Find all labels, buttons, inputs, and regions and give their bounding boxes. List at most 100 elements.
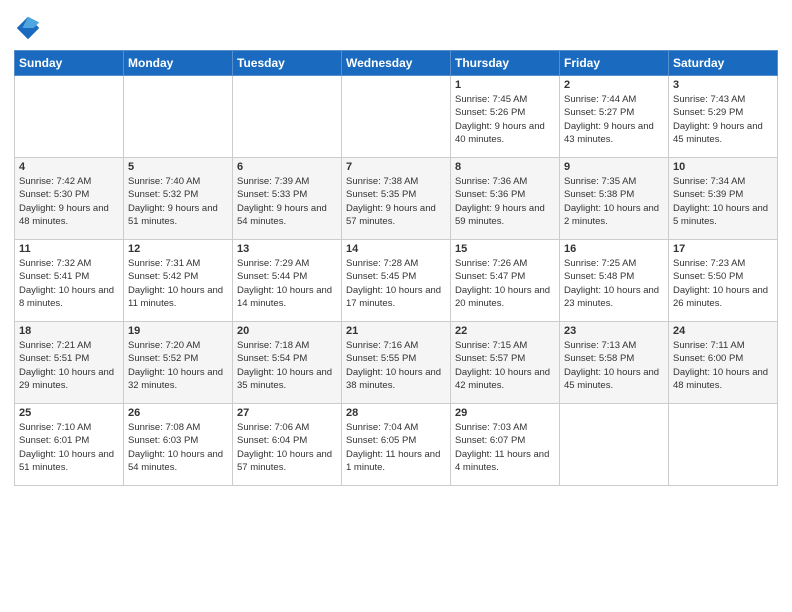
weekday-header-row: SundayMondayTuesdayWednesdayThursdayFrid… bbox=[15, 51, 778, 76]
day-info: Sunrise: 7:31 AM Sunset: 5:42 PM Dayligh… bbox=[128, 257, 228, 310]
calendar-cell: 5 Sunrise: 7:40 AM Sunset: 5:32 PM Daylig… bbox=[124, 158, 233, 240]
calendar-cell: 24 Sunrise: 7:11 AM Sunset: 6:00 PM Dayli… bbox=[669, 322, 778, 404]
day-info: Sunrise: 7:39 AM Sunset: 5:33 PM Dayligh… bbox=[237, 175, 337, 228]
day-info: Sunrise: 7:26 AM Sunset: 5:47 PM Dayligh… bbox=[455, 257, 555, 310]
day-info: Sunrise: 7:18 AM Sunset: 5:54 PM Dayligh… bbox=[237, 339, 337, 392]
day-number: 26 bbox=[128, 407, 228, 419]
week-row-1: 1 Sunrise: 7:45 AM Sunset: 5:26 PM Daylig… bbox=[15, 76, 778, 158]
calendar-cell: 20 Sunrise: 7:18 AM Sunset: 5:54 PM Dayli… bbox=[233, 322, 342, 404]
day-number: 21 bbox=[346, 325, 446, 337]
day-info: Sunrise: 7:29 AM Sunset: 5:44 PM Dayligh… bbox=[237, 257, 337, 310]
calendar-cell: 4 Sunrise: 7:42 AM Sunset: 5:30 PM Daylig… bbox=[15, 158, 124, 240]
day-number: 3 bbox=[673, 79, 773, 91]
day-info: Sunrise: 7:15 AM Sunset: 5:57 PM Dayligh… bbox=[455, 339, 555, 392]
day-info: Sunrise: 7:43 AM Sunset: 5:29 PM Dayligh… bbox=[673, 93, 773, 146]
calendar-cell: 21 Sunrise: 7:16 AM Sunset: 5:55 PM Dayli… bbox=[342, 322, 451, 404]
weekday-header-tuesday: Tuesday bbox=[233, 51, 342, 76]
calendar-cell: 8 Sunrise: 7:36 AM Sunset: 5:36 PM Daylig… bbox=[451, 158, 560, 240]
day-info: Sunrise: 7:44 AM Sunset: 5:27 PM Dayligh… bbox=[564, 93, 664, 146]
day-info: Sunrise: 7:23 AM Sunset: 5:50 PM Dayligh… bbox=[673, 257, 773, 310]
calendar-cell bbox=[15, 76, 124, 158]
day-info: Sunrise: 7:36 AM Sunset: 5:36 PM Dayligh… bbox=[455, 175, 555, 228]
weekday-header-friday: Friday bbox=[560, 51, 669, 76]
calendar-cell: 13Sunrise: 7:29 AM Sunset: 5:44 PM Dayli… bbox=[233, 240, 342, 322]
weekday-header-sunday: Sunday bbox=[15, 51, 124, 76]
page: SundayMondayTuesdayWednesdayThursdayFrid… bbox=[0, 0, 792, 612]
weekday-header-saturday: Saturday bbox=[669, 51, 778, 76]
day-info: Sunrise: 7:42 AM Sunset: 5:30 PM Dayligh… bbox=[19, 175, 119, 228]
calendar-cell bbox=[233, 76, 342, 158]
day-number: 8 bbox=[455, 161, 555, 173]
weekday-header-thursday: Thursday bbox=[451, 51, 560, 76]
day-number: 20 bbox=[237, 325, 337, 337]
day-number: 15 bbox=[455, 243, 555, 255]
calendar-cell: 9 Sunrise: 7:35 AM Sunset: 5:38 PM Daylig… bbox=[560, 158, 669, 240]
day-info: Sunrise: 7:13 AM Sunset: 5:58 PM Dayligh… bbox=[564, 339, 664, 392]
calendar-cell: 15 Sunrise: 7:26 AM Sunset: 5:47 PM Dayli… bbox=[451, 240, 560, 322]
week-row-3: 11 Sunrise: 7:32 AM Sunset: 5:41 PM Dayli… bbox=[15, 240, 778, 322]
day-number: 7 bbox=[346, 161, 446, 173]
week-row-4: 18 Sunrise: 7:21 AM Sunset: 5:51 PM Dayli… bbox=[15, 322, 778, 404]
day-number: 9 bbox=[564, 161, 664, 173]
day-number: 23 bbox=[564, 325, 664, 337]
calendar-cell: 28Sunrise: 7:04 AM Sunset: 6:05 PM Dayli… bbox=[342, 404, 451, 486]
day-number: 17 bbox=[673, 243, 773, 255]
calendar-cell: 16 Sunrise: 7:25 AM Sunset: 5:48 PM Dayli… bbox=[560, 240, 669, 322]
day-info: Sunrise: 7:08 AM Sunset: 6:03 PM Dayligh… bbox=[128, 421, 228, 474]
day-info: Sunrise: 7:21 AM Sunset: 5:51 PM Dayligh… bbox=[19, 339, 119, 392]
calendar-cell: 10 Sunrise: 7:34 AM Sunset: 5:39 PM Dayli… bbox=[669, 158, 778, 240]
day-number: 27 bbox=[237, 407, 337, 419]
calendar-cell: 17 Sunrise: 7:23 AM Sunset: 5:50 PM Dayli… bbox=[669, 240, 778, 322]
day-info: Sunrise: 7:04 AM Sunset: 6:05 PM Dayligh… bbox=[346, 421, 446, 474]
day-number: 10 bbox=[673, 161, 773, 173]
calendar-cell: 2 Sunrise: 7:44 AM Sunset: 5:27 PM Daylig… bbox=[560, 76, 669, 158]
calendar-cell: 19 Sunrise: 7:20 AM Sunset: 5:52 PM Dayli… bbox=[124, 322, 233, 404]
week-row-2: 4 Sunrise: 7:42 AM Sunset: 5:30 PM Daylig… bbox=[15, 158, 778, 240]
day-info: Sunrise: 7:03 AM Sunset: 6:07 PM Dayligh… bbox=[455, 421, 555, 474]
calendar-table: SundayMondayTuesdayWednesdayThursdayFrid… bbox=[14, 50, 778, 486]
day-number: 12 bbox=[128, 243, 228, 255]
calendar-cell: 23 Sunrise: 7:13 AM Sunset: 5:58 PM Dayli… bbox=[560, 322, 669, 404]
calendar-cell: 18 Sunrise: 7:21 AM Sunset: 5:51 PM Dayli… bbox=[15, 322, 124, 404]
day-number: 1 bbox=[455, 79, 555, 91]
calendar-cell bbox=[124, 76, 233, 158]
calendar-cell: 3 Sunrise: 7:43 AM Sunset: 5:29 PM Daylig… bbox=[669, 76, 778, 158]
weekday-header-wednesday: Wednesday bbox=[342, 51, 451, 76]
day-number: 16 bbox=[564, 243, 664, 255]
calendar-cell bbox=[669, 404, 778, 486]
weekday-header-monday: Monday bbox=[124, 51, 233, 76]
day-info: Sunrise: 7:10 AM Sunset: 6:01 PM Dayligh… bbox=[19, 421, 119, 474]
day-info: Sunrise: 7:16 AM Sunset: 5:55 PM Dayligh… bbox=[346, 339, 446, 392]
calendar-cell: 14 Sunrise: 7:28 AM Sunset: 5:45 PM Dayli… bbox=[342, 240, 451, 322]
day-number: 19 bbox=[128, 325, 228, 337]
day-number: 2 bbox=[564, 79, 664, 91]
calendar-cell: 29 Sunrise: 7:03 AM Sunset: 6:07 PM Dayli… bbox=[451, 404, 560, 486]
calendar-cell: 25Sunrise: 7:10 AM Sunset: 6:01 PM Dayli… bbox=[15, 404, 124, 486]
day-info: Sunrise: 7:38 AM Sunset: 5:35 PM Dayligh… bbox=[346, 175, 446, 228]
calendar-cell: 7 Sunrise: 7:38 AM Sunset: 5:35 PM Daylig… bbox=[342, 158, 451, 240]
day-info: Sunrise: 7:32 AM Sunset: 5:41 PM Dayligh… bbox=[19, 257, 119, 310]
day-number: 24 bbox=[673, 325, 773, 337]
day-info: Sunrise: 7:25 AM Sunset: 5:48 PM Dayligh… bbox=[564, 257, 664, 310]
logo-icon bbox=[14, 14, 42, 42]
calendar-cell: 6 Sunrise: 7:39 AM Sunset: 5:33 PM Daylig… bbox=[233, 158, 342, 240]
week-row-5: 25Sunrise: 7:10 AM Sunset: 6:01 PM Dayli… bbox=[15, 404, 778, 486]
day-info: Sunrise: 7:35 AM Sunset: 5:38 PM Dayligh… bbox=[564, 175, 664, 228]
day-number: 6 bbox=[237, 161, 337, 173]
calendar-cell: 26 Sunrise: 7:08 AM Sunset: 6:03 PM Dayli… bbox=[124, 404, 233, 486]
day-number: 11 bbox=[19, 243, 119, 255]
calendar-cell: 12 Sunrise: 7:31 AM Sunset: 5:42 PM Dayli… bbox=[124, 240, 233, 322]
day-info: Sunrise: 7:40 AM Sunset: 5:32 PM Dayligh… bbox=[128, 175, 228, 228]
day-info: Sunrise: 7:34 AM Sunset: 5:39 PM Dayligh… bbox=[673, 175, 773, 228]
day-number: 5 bbox=[128, 161, 228, 173]
day-info: Sunrise: 7:45 AM Sunset: 5:26 PM Dayligh… bbox=[455, 93, 555, 146]
day-info: Sunrise: 7:20 AM Sunset: 5:52 PM Dayligh… bbox=[128, 339, 228, 392]
logo bbox=[14, 14, 46, 42]
day-number: 29 bbox=[455, 407, 555, 419]
day-number: 14 bbox=[346, 243, 446, 255]
day-number: 4 bbox=[19, 161, 119, 173]
day-info: Sunrise: 7:11 AM Sunset: 6:00 PM Dayligh… bbox=[673, 339, 773, 392]
calendar-cell bbox=[342, 76, 451, 158]
day-number: 18 bbox=[19, 325, 119, 337]
day-info: Sunrise: 7:28 AM Sunset: 5:45 PM Dayligh… bbox=[346, 257, 446, 310]
